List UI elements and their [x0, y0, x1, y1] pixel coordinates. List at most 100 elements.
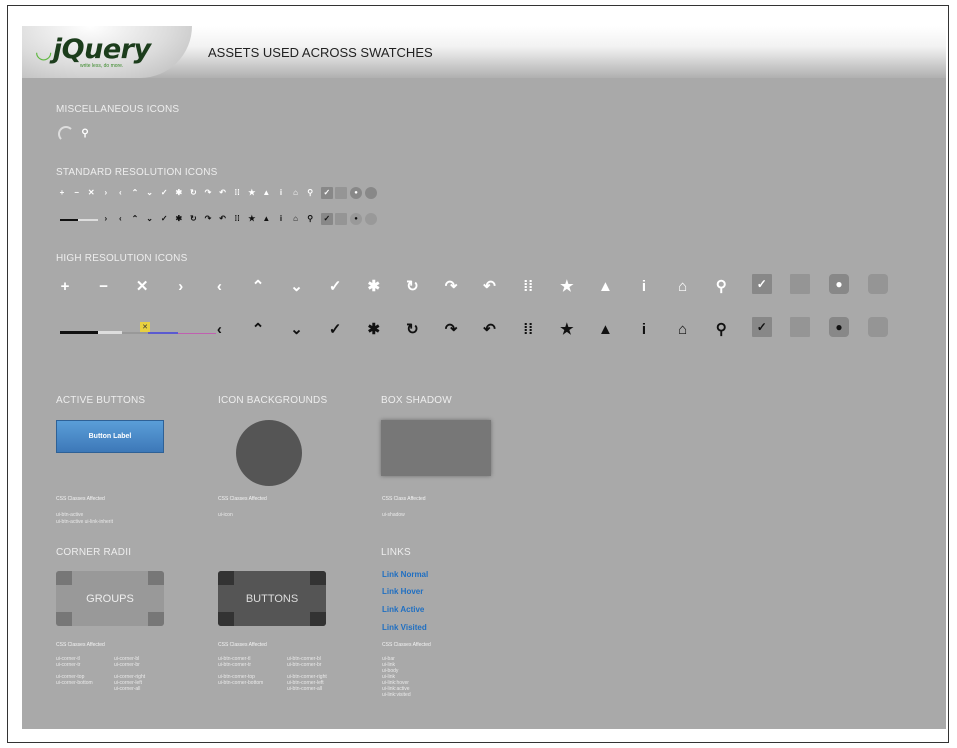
alert-icon: ▲ [262, 188, 271, 197]
slider-fill-large [98, 331, 122, 334]
links-class: ui-link:visited [382, 692, 411, 698]
active-class-1: ui-btn-active [56, 512, 84, 518]
gear-icon: ✱ [367, 277, 381, 295]
btn-corner-tr-marker [310, 571, 326, 585]
arrow-u-icon: ⌃ [131, 188, 139, 197]
forward-icon: ↷ [204, 188, 212, 197]
corner-tl-marker [56, 571, 72, 585]
buttons-col2-class: ui-btn-corner-br [287, 662, 322, 668]
delete-icon: ✕ [87, 188, 95, 197]
buttons-col1-class: ui-btn-corner-tr [218, 662, 252, 668]
links-css-title: CSS Classes Affected [382, 642, 431, 648]
minus-icon: − [74, 188, 79, 197]
groups-col2-class: ui-corner-br [114, 662, 140, 668]
checkbox-off-icon [335, 213, 348, 225]
star-icon: ★ [560, 277, 574, 295]
alert-icon: ▲ [597, 277, 613, 295]
link-hover[interactable]: Link Hover [382, 587, 423, 596]
star-icon: ★ [248, 214, 256, 223]
page-title: ASSETS USED ACROSS SWATCHES [208, 45, 433, 60]
section-title-misc: MISCELLANEOUS ICONS [56, 104, 180, 115]
box-shadow-css-title: CSS Class Affected [382, 496, 426, 502]
arrow-d-icon: ⌄ [290, 320, 303, 338]
arrow-u-icon: ⌃ [251, 277, 265, 295]
grid-icon: ⁞⁞ [523, 277, 534, 295]
slider-end-large [122, 332, 148, 334]
back-icon: ↶ [483, 277, 496, 295]
refresh-icon: ↻ [406, 320, 419, 338]
arrow-u-icon: ⌃ [251, 320, 265, 338]
radio-on-icon: ● [350, 213, 362, 225]
icon-bg-css-title: CSS Classes Affected [218, 496, 267, 502]
arrow-d-icon: ⌄ [290, 277, 303, 295]
slider-fill-small [78, 219, 98, 221]
home-icon: ⌂ [293, 188, 299, 197]
link-active[interactable]: Link Active [382, 605, 424, 614]
btn-corner-bl-marker [218, 612, 234, 626]
swatch-panel: ◡jQuery write less, do more. ASSETS USED… [22, 26, 946, 729]
groups-col2-class: ui-corner-all [114, 686, 141, 692]
checkbox-off-icon [790, 274, 811, 294]
arrow-l-icon: ‹ [119, 188, 122, 197]
grid-icon: ⁞⁞ [234, 188, 240, 197]
logo-ring-icon: ◡ [36, 39, 51, 63]
check-icon: ✓ [160, 188, 168, 197]
refresh-icon: ↻ [190, 188, 197, 197]
btn-corner-tl-marker [218, 571, 234, 585]
radio-off-icon [364, 187, 377, 199]
back-icon: ↶ [483, 320, 496, 338]
btn-corner-br-marker [310, 612, 326, 626]
section-title-links: LINKS [381, 547, 411, 558]
arrow-r-icon: › [104, 188, 108, 197]
slider-handle-icon[interactable]: ✕ [140, 322, 150, 332]
minus-icon: − [99, 277, 108, 295]
checkbox-on-icon: ✓ [751, 274, 772, 294]
radio-on-icon: ● [829, 317, 849, 337]
info-icon: i [279, 214, 283, 223]
section-title-standard: STANDARD RESOLUTION ICONS [56, 167, 218, 178]
forward-icon: ↷ [444, 320, 458, 338]
back-icon: ↶ [219, 188, 226, 197]
groups-col1-class: ui-corner-tr [56, 662, 81, 668]
radio-off-icon [867, 274, 888, 294]
slider-blue-line [148, 332, 178, 334]
icon-bg-class-1: ui-icon [218, 512, 233, 518]
checkbox-off-icon [790, 317, 811, 337]
star-icon: ★ [560, 320, 574, 338]
refresh-icon: ↻ [406, 277, 419, 295]
section-title-corner-radii: CORNER RADII [56, 547, 132, 558]
radio-off-icon [867, 317, 888, 337]
page-header: ◡jQuery write less, do more. ASSETS USED… [22, 26, 946, 78]
arrow-r-icon: › [178, 277, 184, 295]
delete-icon: ✕ [135, 277, 149, 295]
groups-col1-class: ui-corner-bottom [56, 680, 93, 686]
arrow-r-icon: › [104, 214, 108, 223]
link-visited[interactable]: Link Visited [382, 623, 427, 632]
box-shadow-sample [381, 420, 491, 476]
gear-icon: ✱ [175, 188, 183, 197]
section-title-active-buttons: ACTIVE BUTTONS [56, 395, 146, 406]
checkbox-on-icon: ✓ [320, 213, 333, 225]
grid-icon: ⁞⁞ [234, 214, 240, 223]
arrow-l-icon: ‹ [119, 214, 122, 223]
buttons-col2-class: ui-btn-corner-all [287, 686, 323, 692]
check-icon: ✓ [160, 214, 168, 223]
active-button[interactable]: Button Label [56, 420, 164, 453]
alert-icon: ▲ [597, 320, 613, 338]
info-icon: i [279, 188, 283, 197]
active-class-2: ui-btn-active ui-link-inherit [56, 519, 113, 525]
alert-icon: ▲ [262, 214, 271, 223]
link-normal[interactable]: Link Normal [382, 570, 428, 579]
radio-on-icon: ● [350, 187, 362, 199]
grid-icon: ⁞⁞ [523, 320, 534, 338]
active-buttons-css-title: CSS Classes Affected [56, 496, 105, 502]
forward-icon: ↷ [444, 277, 458, 295]
info-icon: i [641, 277, 647, 295]
radio-on-icon: ● [829, 274, 849, 294]
check-icon: ✓ [328, 277, 342, 295]
buttons-col1-class: ui-btn-corner-bottom [218, 680, 264, 686]
jquery-logo[interactable]: ◡jQuery [36, 34, 151, 65]
arrow-l-icon: ‹ [216, 277, 222, 295]
radio-off-icon [364, 213, 377, 225]
search-icon: ⚲ [307, 188, 314, 197]
